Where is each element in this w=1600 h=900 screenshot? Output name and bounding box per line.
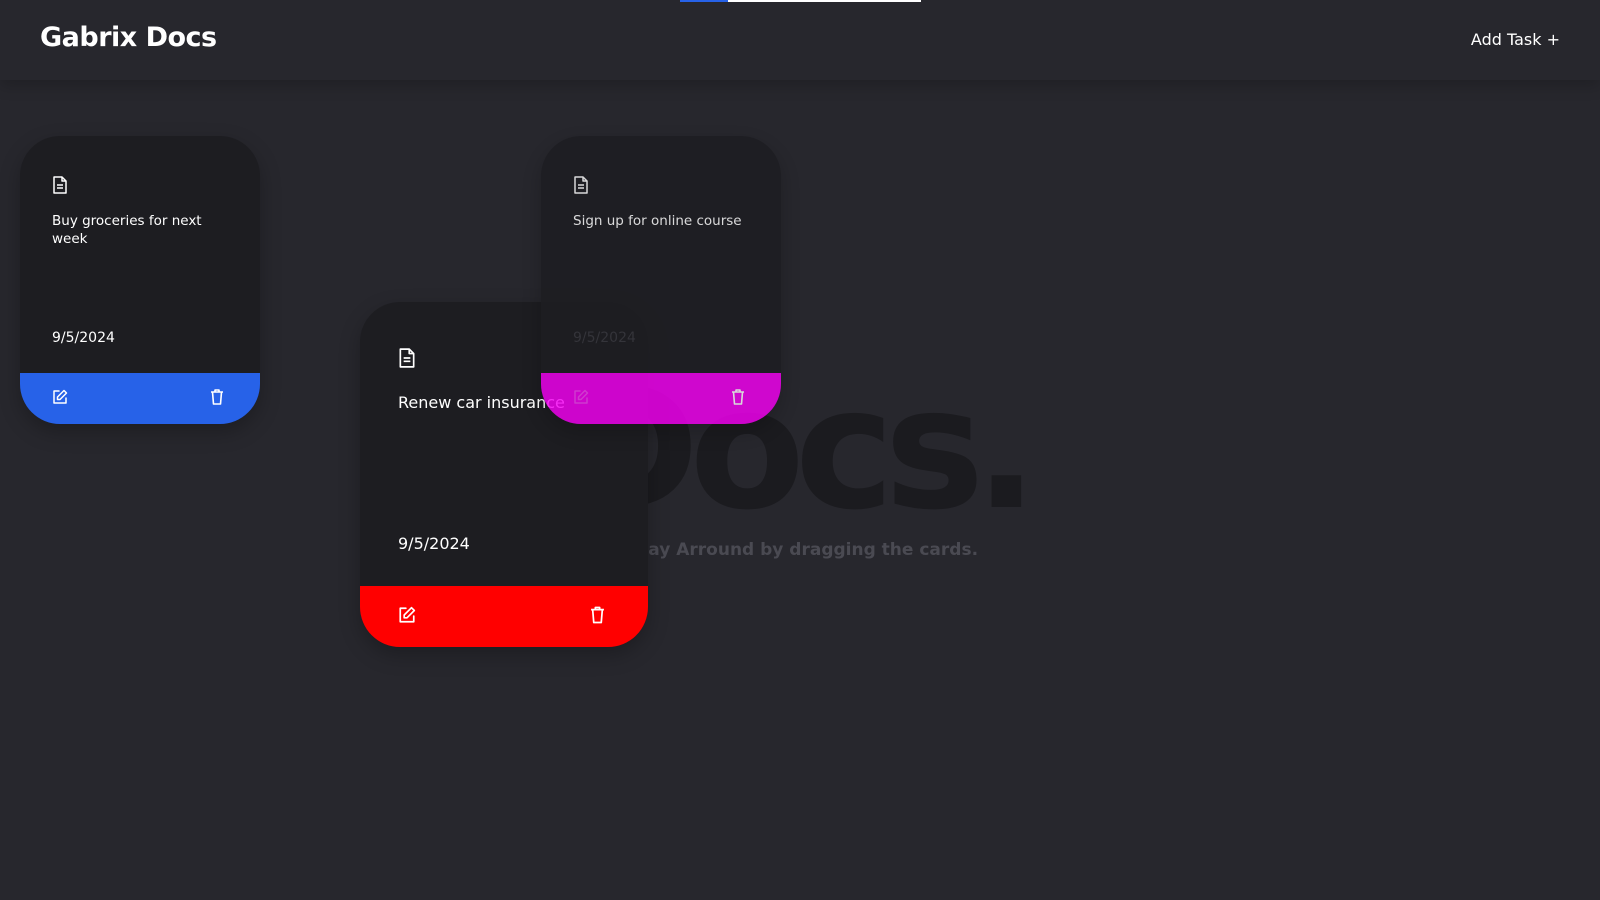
document-icon (573, 176, 589, 198)
task-card[interactable]: Buy groceries for next week 9/5/2024 (20, 136, 260, 424)
loading-bar-progress (680, 0, 728, 2)
edit-icon[interactable] (52, 389, 68, 409)
task-card[interactable]: Sign up for online course 9/5/2024 (541, 136, 781, 424)
loading-bar-track (728, 0, 921, 2)
trash-icon[interactable] (210, 389, 224, 409)
task-date: 9/5/2024 (52, 330, 115, 346)
document-icon (398, 348, 416, 372)
trash-icon[interactable] (731, 389, 745, 409)
trash-icon[interactable] (590, 606, 605, 628)
edit-icon[interactable] (573, 389, 589, 409)
task-card-footer (360, 586, 648, 647)
hero-subtitle: Play Arround by dragging the cards. (630, 540, 979, 560)
document-icon (52, 176, 68, 198)
task-date: 9/5/2024 (573, 330, 636, 346)
add-task-button[interactable]: Add Task + (1471, 30, 1560, 49)
task-title: Sign up for online course (573, 213, 742, 229)
task-card-footer (20, 373, 260, 424)
edit-icon[interactable] (398, 606, 416, 628)
task-card-footer (541, 373, 781, 424)
task-date: 9/5/2024 (398, 534, 470, 553)
navbar: Gabrix Docs Add Task + (0, 0, 1600, 80)
brand-logo[interactable]: Gabrix Docs (40, 22, 217, 53)
task-title: Buy groceries for next week (52, 213, 202, 248)
loading-bar (680, 0, 921, 2)
